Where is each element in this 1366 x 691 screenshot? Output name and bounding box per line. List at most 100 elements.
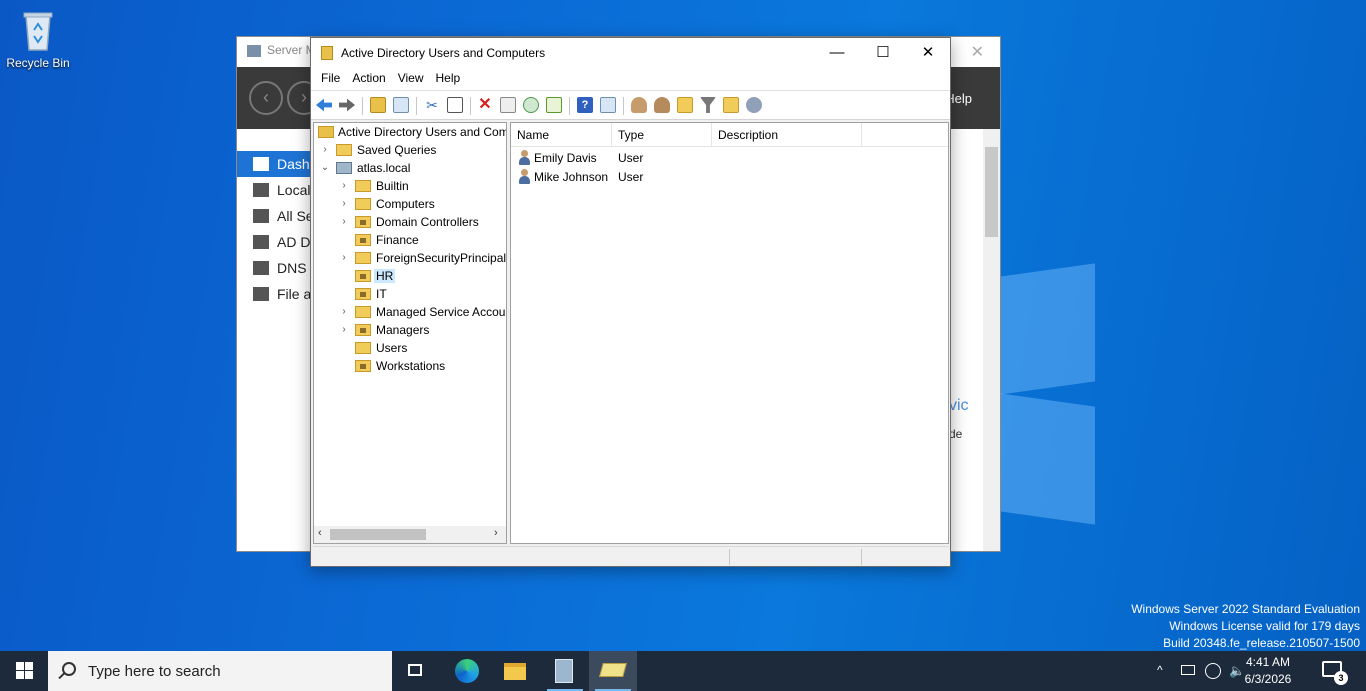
aduc-window[interactable]: Active Directory Users and Computers — ☐…	[310, 37, 951, 567]
tree-node-hr[interactable]: HR	[314, 267, 506, 285]
column-header-name[interactable]: Name	[511, 123, 612, 147]
all-servers-icon	[253, 209, 269, 223]
sidebar-item-all-servers[interactable]: All Se	[237, 203, 317, 229]
notification-center-icon[interactable]: 3	[1322, 661, 1348, 685]
globe-icon[interactable]	[1205, 663, 1221, 679]
menu-bar: File Action View Help	[311, 68, 950, 90]
tree-node-builtin[interactable]: › Builtin	[314, 177, 506, 195]
chevron-right-icon[interactable]: ›	[339, 180, 349, 191]
server-manager-text-fragment: vic	[949, 397, 969, 414]
taskbar-file-explorer[interactable]	[491, 651, 539, 691]
properties-icon[interactable]	[500, 97, 516, 113]
add-to-group-icon[interactable]	[746, 97, 762, 113]
sidebar-item-local-server[interactable]: Local	[237, 177, 317, 203]
menu-view[interactable]: View	[392, 68, 430, 88]
ou-folder-icon	[355, 216, 371, 228]
details-pane[interactable]: Name Type Description Emily Davis User M…	[510, 122, 949, 544]
show-hide-console-tree-icon[interactable]	[393, 97, 409, 113]
find-icon[interactable]	[723, 97, 739, 113]
server-manager-icon	[247, 45, 261, 57]
list-item-user[interactable]: Emily Davis User	[511, 148, 948, 167]
taskbar-search[interactable]: Type here to search	[48, 651, 392, 691]
ou-folder-icon	[355, 270, 371, 282]
chevron-right-icon[interactable]: ›	[339, 252, 349, 263]
server-manager-scrollbar[interactable]	[983, 129, 1000, 551]
chevron-right-icon[interactable]: ›	[339, 198, 349, 209]
back-arrow-icon[interactable]	[316, 98, 332, 112]
cut-icon[interactable]: ✂	[424, 97, 440, 113]
tree-horizontal-scrollbar[interactable]: ‹ ›	[314, 526, 506, 543]
tree-node-managers[interactable]: › Managers	[314, 321, 506, 339]
server-manager-close-icon[interactable]: ✕	[971, 42, 984, 62]
delete-icon[interactable]: ✕	[477, 97, 493, 113]
chevron-down-icon[interactable]: ⌄	[320, 162, 330, 173]
taskbar-aduc[interactable]	[589, 651, 637, 691]
status-bar	[313, 546, 949, 566]
aduc-titlebar[interactable]: Active Directory Users and Computers — ☐…	[311, 38, 950, 68]
menu-file[interactable]: File	[315, 68, 346, 88]
scroll-right-icon[interactable]: ›	[494, 527, 498, 539]
start-button[interactable]	[0, 651, 48, 691]
export-list-icon[interactable]	[546, 97, 562, 113]
tree-node-finance[interactable]: Finance	[314, 231, 506, 249]
tree-node-saved-queries[interactable]: › Saved Queries	[314, 141, 506, 159]
up-folder-icon[interactable]	[370, 97, 386, 113]
network-icon[interactable]	[1181, 665, 1195, 675]
tree-node-domain[interactable]: ⌄ atlas.local	[314, 159, 506, 177]
scrollbar-thumb[interactable]	[985, 147, 998, 237]
maximize-icon[interactable]: ☐	[860, 38, 906, 68]
back-arrow-icon[interactable]: ‹	[249, 81, 283, 115]
scrollbar-thumb[interactable]	[330, 529, 426, 540]
server-manager-text-fragment-2: de	[949, 427, 963, 441]
help-icon[interactable]: ?	[577, 97, 593, 113]
copy-icon[interactable]	[447, 97, 463, 113]
minimize-icon[interactable]: —	[814, 38, 860, 68]
windows-watermark: Windows Server 2022 Standard Evaluation …	[1131, 601, 1360, 651]
tree-node-it[interactable]: IT	[314, 285, 506, 303]
tree-node-computers[interactable]: › Computers	[314, 195, 506, 213]
list-header: Name Type Description	[511, 123, 948, 147]
chevron-right-icon[interactable]: ›	[339, 216, 349, 227]
sidebar-item-dashboard[interactable]: Dashb	[237, 151, 317, 177]
menu-action[interactable]: Action	[346, 68, 391, 88]
tree-node-foreign-security-principals[interactable]: › ForeignSecurityPrincipals	[314, 249, 506, 267]
console-tree[interactable]: Active Directory Users and Com › Saved Q…	[313, 122, 507, 544]
watermark-edition: Windows Server 2022 Standard Evaluation	[1131, 602, 1360, 616]
close-icon[interactable]: ✕	[905, 38, 951, 68]
taskbar-clock[interactable]: 4:41 AM 6/3/2026	[1236, 654, 1300, 688]
chevron-right-icon[interactable]: ›	[339, 306, 349, 317]
tree-node-root[interactable]: Active Directory Users and Com	[314, 123, 506, 141]
search-icon	[62, 662, 76, 676]
tree-node-workstations[interactable]: Workstations	[314, 357, 506, 375]
new-user-icon[interactable]	[631, 97, 647, 113]
tree-node-domain-controllers[interactable]: › Domain Controllers	[314, 213, 506, 231]
sidebar-item-ad-ds[interactable]: AD D	[237, 229, 317, 255]
chevron-right-icon[interactable]: ›	[339, 324, 349, 335]
action-pane-icon[interactable]	[600, 97, 616, 113]
list-item-user[interactable]: Mike Johnson User	[511, 167, 948, 186]
sidebar-item-dns[interactable]: DNS	[237, 255, 317, 281]
chevron-right-icon[interactable]: ›	[320, 144, 330, 155]
tree-node-users[interactable]: Users	[314, 339, 506, 357]
menu-help[interactable]: Help	[430, 68, 467, 88]
sidebar-item-file-services[interactable]: File a	[237, 281, 317, 307]
column-header-description[interactable]: Description	[712, 123, 862, 147]
new-ou-icon[interactable]	[677, 97, 693, 113]
recycle-bin[interactable]: Recycle Bin	[6, 8, 70, 70]
task-view-button[interactable]	[392, 651, 440, 691]
file-explorer-icon	[504, 663, 526, 680]
taskbar-edge[interactable]	[443, 651, 491, 691]
forward-arrow-icon[interactable]	[339, 98, 355, 112]
domain-icon	[336, 162, 352, 174]
tree-node-managed-service-accounts[interactable]: › Managed Service Accour	[314, 303, 506, 321]
scroll-left-icon[interactable]: ‹	[318, 527, 322, 539]
column-header-type[interactable]: Type	[612, 123, 712, 147]
ou-folder-icon	[355, 360, 371, 372]
server-manager-title: Server M	[267, 43, 316, 57]
clock-time: 4:41 AM	[1245, 655, 1291, 669]
filter-icon[interactable]	[700, 97, 716, 113]
refresh-icon[interactable]	[523, 97, 539, 113]
taskbar-server-manager[interactable]	[541, 651, 589, 691]
show-hidden-icons-chevron-icon[interactable]: ^	[1157, 663, 1163, 691]
new-group-icon[interactable]	[654, 97, 670, 113]
